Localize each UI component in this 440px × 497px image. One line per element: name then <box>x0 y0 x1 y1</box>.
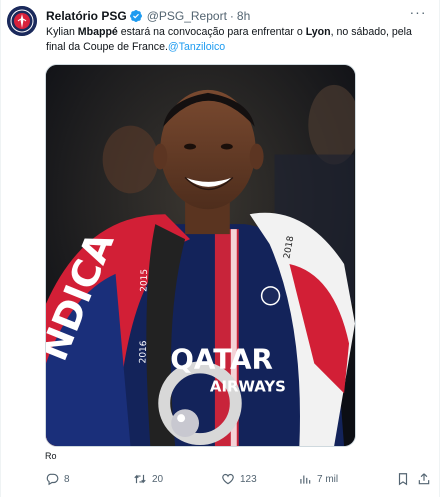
reply-count: 8 <box>64 473 70 485</box>
photo-caption: Ro <box>45 451 57 461</box>
mention-link[interactable]: @Tanziloico <box>168 41 225 53</box>
reply-button[interactable]: 8 <box>45 470 70 488</box>
scarf-year: 2015 <box>139 269 150 292</box>
views-icon <box>300 475 311 484</box>
share-button[interactable] <box>417 470 431 488</box>
separator-dot: · <box>229 9 234 23</box>
tweet-text-part: estará na convocação para enfrentar o <box>117 26 306 38</box>
like-count: 123 <box>240 473 257 485</box>
author-name[interactable]: Relatório PSG <box>46 9 127 23</box>
retweet-button[interactable]: 20 <box>133 470 163 488</box>
author-handle[interactable]: @PSG_Report <box>147 9 227 23</box>
tweet-header: Relatório PSG @PSG_Report · 8h <box>46 7 399 25</box>
retweet-icon <box>134 474 146 484</box>
views-button[interactable]: 7 mil <box>298 470 338 488</box>
jersey-sponsor: AIRWAYS <box>210 377 286 395</box>
tweet-card[interactable]: Relatório PSG @PSG_Report · 8h ··· Kylia… <box>0 0 440 497</box>
retweet-count: 20 <box>152 473 164 485</box>
tweet-text-part: Kylian <box>46 26 78 38</box>
scarf-year: 2016 <box>138 340 149 363</box>
jersey-sponsor: QATAR <box>170 342 273 375</box>
tweet-actions: 8 20 123 7 mil <box>45 470 430 488</box>
tweet-text-bold: Mbappé <box>77 26 118 38</box>
heart-icon <box>222 473 234 485</box>
like-button[interactable]: 123 <box>221 470 257 488</box>
psg-crest-icon <box>7 6 37 36</box>
tweet-time[interactable]: 8h <box>237 9 250 23</box>
share-icon <box>418 473 430 485</box>
more-options-icon[interactable]: ··· <box>407 5 429 24</box>
tweet-text: Kylian Mbappé estará na convocação para … <box>46 25 426 55</box>
tweet-photo[interactable]: NDICA 2015 2016 2018 QATAR AIRWAYS <box>45 64 356 447</box>
player-photo: NDICA 2015 2016 2018 QATAR AIRWAYS <box>46 65 355 446</box>
reply-icon <box>46 473 59 486</box>
bookmark-icon <box>398 473 408 486</box>
views-count: 7 mil <box>317 473 339 485</box>
bookmark-button[interactable] <box>396 470 410 488</box>
tweet-text-bold: Lyon <box>305 26 331 38</box>
avatar[interactable] <box>7 6 37 36</box>
verified-badge-icon <box>129 9 143 23</box>
